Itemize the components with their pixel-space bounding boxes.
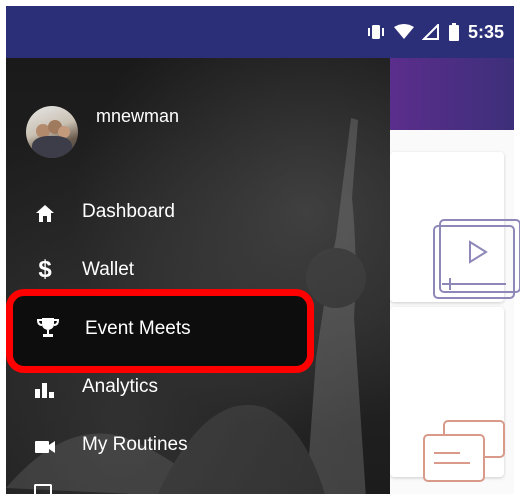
nav-label-my-routines: My Routines bbox=[82, 434, 188, 455]
chat-bubbles-icon bbox=[423, 420, 505, 482]
home-icon bbox=[34, 203, 56, 225]
card-video[interactable] bbox=[390, 152, 520, 302]
status-time: 5:35 bbox=[467, 21, 504, 42]
app-bar bbox=[390, 58, 514, 130]
signal-icon bbox=[421, 24, 440, 40]
vibrate-icon bbox=[366, 24, 386, 40]
nav-label-event-meets: Event Meets bbox=[85, 318, 191, 339]
nav-label-analytics: Analytics bbox=[82, 376, 159, 397]
wifi-icon bbox=[393, 24, 414, 40]
card-messages[interactable] bbox=[390, 307, 505, 482]
status-bar: 5:35 bbox=[6, 6, 514, 58]
avatar[interactable] bbox=[26, 106, 78, 158]
username: mnewman bbox=[96, 106, 180, 126]
nav-label-wallet: Wallet bbox=[82, 259, 135, 280]
nav-item-my-routines[interactable]: My Routines bbox=[6, 426, 390, 466]
event-meets-highlight[interactable]: Event Meets bbox=[6, 289, 314, 373]
video-camera-icon bbox=[34, 436, 56, 458]
trophy-icon bbox=[36, 316, 60, 343]
nav-item-dashboard[interactable]: Dashboard bbox=[6, 193, 390, 233]
partial-menu-icon bbox=[34, 484, 52, 494]
nav-item-wallet[interactable]: $ Wallet bbox=[6, 251, 390, 291]
video-player-icon bbox=[433, 219, 520, 299]
dollar-icon: $ bbox=[38, 256, 52, 283]
profile-section[interactable] bbox=[26, 106, 78, 158]
battery-icon bbox=[448, 23, 460, 41]
nav-label-dashboard: Dashboard bbox=[82, 201, 175, 222]
status-icons: 5:35 bbox=[366, 6, 504, 58]
nav-item-analytics[interactable]: Analytics bbox=[6, 368, 390, 408]
bar-chart-icon bbox=[34, 378, 56, 400]
